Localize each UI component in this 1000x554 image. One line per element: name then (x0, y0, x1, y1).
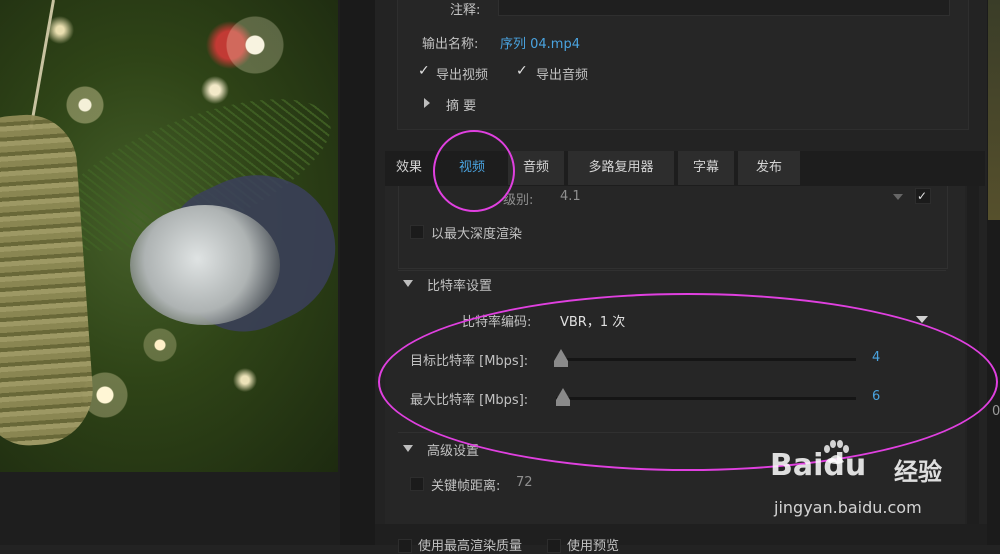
comment-input[interactable] (498, 0, 950, 16)
keyframe-label: 关键帧距离: (431, 479, 501, 494)
max-depth-checkbox[interactable] (410, 225, 424, 239)
watermark-brand: Baidu (770, 448, 867, 483)
pompom-decor (130, 205, 280, 325)
summary-disclosure[interactable]: 摘 要 (422, 95, 502, 114)
keyframe-checkbox[interactable] (410, 477, 424, 491)
bitrate-section-title: 比特率设置 (427, 279, 493, 294)
preview-image (0, 0, 338, 472)
max-render-quality-checkbox[interactable] (398, 539, 412, 553)
bitrate-section-toggle[interactable]: 比特率设置 (403, 275, 523, 294)
level-checkbox[interactable]: ✓ (915, 188, 931, 204)
preview-divider (340, 0, 375, 545)
tab-multiplexer[interactable]: 多路复用器 (568, 151, 674, 185)
checkmark-icon: ✓ (917, 189, 928, 203)
checkmark-icon: ✓ (516, 63, 528, 79)
export-audio-checkbox[interactable]: ✓ 导出音频 (516, 63, 606, 83)
tab-effects[interactable]: 效果 (385, 151, 433, 185)
use-previews-checkbox[interactable] (547, 539, 561, 553)
comment-label: 注释: (450, 3, 481, 18)
side-digit: 0 (992, 404, 1000, 419)
level-dropdown-icon[interactable] (893, 194, 903, 200)
knitted-ornament-decor (0, 111, 97, 449)
max-depth-label: 以最大深度渲染 (431, 227, 523, 242)
paw-icon (822, 440, 850, 466)
level-value[interactable]: 4.1 (560, 189, 581, 204)
chevron-down-icon (403, 280, 413, 287)
keyframe-value[interactable]: 72 (516, 475, 533, 490)
right-edge-thumbnail (988, 0, 1000, 220)
preview-area (0, 0, 340, 545)
tab-captions[interactable]: 字幕 (678, 151, 734, 185)
chevron-right-icon (424, 98, 430, 108)
export-video-checkbox[interactable]: ✓ 导出视频 (418, 63, 508, 83)
baidu-watermark: Baidu 经验 jingyan.baidu.com (770, 440, 990, 520)
annotation-circle-video-tab (433, 130, 515, 212)
output-name-link[interactable]: 序列 04.mp4 (500, 33, 580, 52)
output-name-label: 输出名称: (422, 37, 479, 52)
watermark-product: 经验 (894, 458, 942, 486)
tab-audio[interactable]: 音频 (508, 151, 564, 185)
summary-label: 摘 要 (446, 99, 477, 114)
tab-publish[interactable]: 发布 (738, 151, 800, 185)
export-video-label: 导出视频 (436, 68, 489, 83)
watermark-url: jingyan.baidu.com (774, 498, 922, 517)
chevron-down-icon (403, 445, 413, 452)
export-audio-label: 导出音频 (536, 68, 589, 83)
string-decor (29, 0, 55, 129)
checkmark-icon: ✓ (418, 63, 430, 79)
